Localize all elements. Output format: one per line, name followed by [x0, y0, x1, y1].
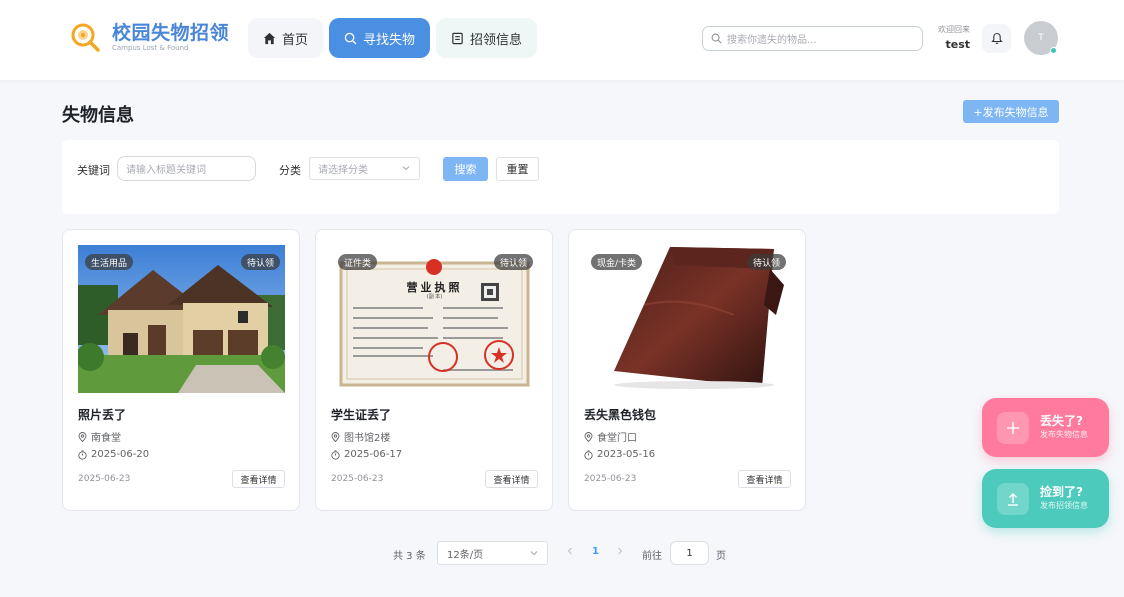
- search-button[interactable]: 搜索: [443, 157, 488, 181]
- main-nav: 首页 寻找失物 招领信息: [248, 18, 538, 58]
- chevron-right-icon: [618, 547, 623, 555]
- card-lost-date-text: 2025-06-20: [91, 449, 150, 460]
- float-found-title: 捡到了?: [1040, 485, 1083, 499]
- global-search-placeholder: 搜索你遗失的物品...: [727, 35, 817, 46]
- card-lost-date: 2023-05-16: [584, 449, 655, 460]
- status-badge: 待认领: [493, 254, 533, 270]
- goto-page-input[interactable]: 1: [670, 541, 709, 565]
- card-lost-date: 2025-06-20: [78, 449, 149, 460]
- next-page-button[interactable]: [616, 546, 624, 559]
- keyword-placeholder: 请输入标题关键词: [126, 165, 206, 176]
- card-title: 丢失黑色钱包: [584, 408, 657, 422]
- magnifier-logo-icon: [70, 22, 102, 54]
- card-lost-date-text: 2025-06-17: [344, 449, 403, 460]
- clock-icon: [331, 449, 340, 460]
- nav-home[interactable]: 首页: [248, 18, 324, 58]
- location-pin-icon: [78, 431, 87, 442]
- category-placeholder: 请选择分类: [318, 165, 368, 176]
- card-location: 食堂门口: [584, 429, 637, 444]
- category-tag: 现金/卡类: [591, 254, 643, 270]
- chevron-down-icon: [402, 166, 410, 171]
- nav-found-info[interactable]: 招领信息: [436, 18, 538, 58]
- item-photo-house: 生活用品 待认领: [78, 245, 285, 393]
- float-found-subtitle: 发布招领信息: [1040, 501, 1088, 510]
- float-lost-title: 丢失了?: [1040, 414, 1083, 428]
- welcome-block: 欢迎回来 test: [920, 24, 970, 54]
- upload-icon: [997, 482, 1029, 515]
- online-status-dot: [1050, 47, 1057, 54]
- nav-home-label: 首页: [282, 32, 309, 48]
- item-photo-license: 营业执照 (副 本) 证件类 待认领: [331, 245, 538, 393]
- item-photo-wallet: 现金/卡类 待认领: [584, 245, 791, 393]
- nav-found-info-label: 招领信息: [470, 32, 523, 48]
- category-label: 分类: [279, 164, 301, 177]
- top-header: 校园失物招领 Campus Lost & Found 首页 寻找失物 招领信息 …: [0, 0, 1124, 80]
- category-select[interactable]: 请选择分类: [309, 157, 420, 180]
- lost-item-card[interactable]: 生活用品 待认领 照片丢了 南食堂 2025-06-20 2025-06-23 …: [62, 229, 300, 511]
- license-subheading: (副 本): [426, 294, 443, 300]
- view-details-button[interactable]: 查看详情: [738, 470, 791, 488]
- document-icon: [452, 32, 463, 44]
- card-location: 南食堂: [78, 429, 121, 444]
- logo-subtitle: Campus Lost & Found: [112, 44, 189, 52]
- view-details-button[interactable]: 查看详情: [232, 470, 285, 488]
- float-report-lost-button[interactable]: 丢失了? 发布失物信息: [982, 398, 1109, 457]
- card-publish-date: 2025-06-23: [78, 474, 131, 484]
- pagination-total: 共 3 条: [393, 551, 426, 562]
- publish-lost-button[interactable]: +发布失物信息: [963, 100, 1059, 123]
- page-size-select[interactable]: 12条/页: [437, 541, 548, 565]
- status-badge: 待认领: [240, 254, 280, 270]
- page-suffix: 页: [716, 551, 726, 562]
- nav-find-lost[interactable]: 寻找失物: [329, 18, 431, 58]
- float-report-found-button[interactable]: 捡到了? 发布招领信息: [982, 469, 1109, 528]
- search-icon: [344, 32, 357, 44]
- card-location-text: 图书馆2楼: [344, 433, 391, 444]
- page-number-current[interactable]: 1: [592, 546, 599, 557]
- keyword-input[interactable]: 请输入标题关键词: [117, 156, 256, 181]
- avatar[interactable]: T: [1024, 21, 1058, 55]
- welcome-label: 欢迎回来: [938, 25, 970, 34]
- prev-page-button[interactable]: [566, 546, 574, 559]
- keyword-label: 关键词: [77, 164, 110, 177]
- search-icon: [711, 33, 722, 44]
- float-lost-subtitle: 发布失物信息: [1040, 430, 1088, 439]
- home-icon: [263, 32, 276, 44]
- category-tag: 证件类: [338, 254, 378, 270]
- card-publish-date: 2025-06-23: [584, 474, 637, 484]
- card-lost-date: 2025-06-17: [331, 449, 402, 460]
- avatar-letter: T: [1038, 33, 1044, 43]
- card-location-text: 食堂门口: [597, 433, 637, 444]
- reset-button[interactable]: 重置: [496, 157, 539, 181]
- logo-title: 校园失物招领: [112, 22, 230, 44]
- card-publish-date: 2025-06-23: [331, 474, 384, 484]
- page-size-value: 12条/页: [447, 549, 484, 561]
- notification-button[interactable]: [982, 24, 1011, 53]
- bell-icon: [990, 32, 1003, 45]
- global-search-input[interactable]: 搜索你遗失的物品...: [702, 26, 923, 51]
- location-pin-icon: [331, 431, 340, 442]
- card-location-text: 南食堂: [91, 433, 121, 444]
- card-lost-date-text: 2023-05-16: [597, 449, 656, 460]
- nav-find-lost-label: 寻找失物: [363, 32, 416, 48]
- username: test: [945, 38, 970, 51]
- category-tag: 生活用品: [85, 254, 134, 270]
- view-details-button[interactable]: 查看详情: [485, 470, 538, 488]
- status-badge: 待认领: [746, 254, 786, 270]
- card-title: 照片丢了: [78, 408, 127, 422]
- lost-item-card[interactable]: 营业执照 (副 本) 证件类 待认领 学生证丢了 图书馆2楼 2025-06-1…: [315, 229, 553, 511]
- lost-item-card[interactable]: 现金/卡类 待认领 丢失黑色钱包 食堂门口 2023-05-16 2025-06…: [568, 229, 806, 511]
- page-title: 失物信息: [62, 105, 134, 126]
- clock-icon: [78, 449, 87, 460]
- card-title: 学生证丢了: [331, 408, 392, 422]
- location-pin-icon: [584, 431, 593, 442]
- card-location: 图书馆2楼: [331, 429, 390, 444]
- logo[interactable]: 校园失物招领 Campus Lost & Found: [70, 22, 229, 54]
- goto-label: 前往: [642, 551, 662, 562]
- clock-icon: [584, 449, 593, 460]
- chevron-left-icon: [567, 547, 572, 555]
- chevron-down-icon: [530, 551, 538, 556]
- plus-icon: [997, 411, 1029, 444]
- filter-panel: 关键词 请输入标题关键词 分类 请选择分类 搜索 重置: [62, 140, 1059, 214]
